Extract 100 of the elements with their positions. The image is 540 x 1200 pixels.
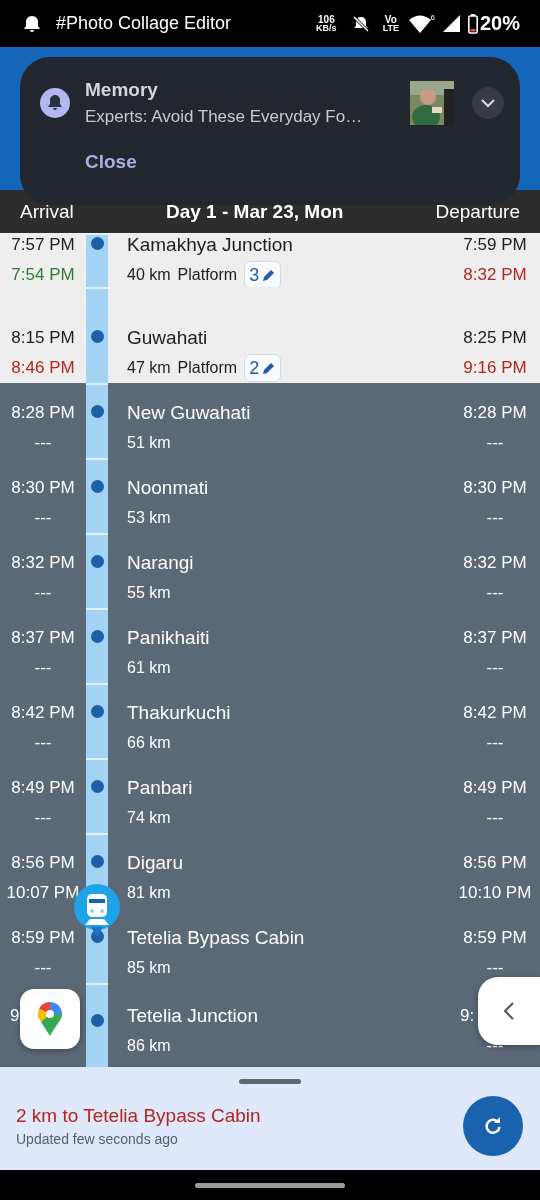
scheduled-departure-time: 8:37 PM xyxy=(462,627,528,649)
distance-label: 55 km xyxy=(127,583,171,603)
actual-arrival-time: --- xyxy=(33,507,53,529)
actual-departure-time: --- xyxy=(485,1035,505,1057)
stop-row[interactable]: 8:56 PM 10:07 PM Digaru 81 km 8:56 PM 10:10 PM xyxy=(0,833,540,908)
distance-label: 47 km xyxy=(127,358,171,378)
scheduled-departure-time: 8:56 PM xyxy=(462,852,528,874)
chevron-down-icon xyxy=(481,98,495,108)
scheduled-departure-time: 8:32 PM xyxy=(462,552,528,574)
scheduled-arrival-time: 8:56 PM xyxy=(10,852,76,874)
chevron-left-icon xyxy=(504,1002,514,1020)
distance-label: 81 km xyxy=(127,883,171,903)
home-indicator[interactable] xyxy=(195,1182,345,1188)
actual-departure-time: --- xyxy=(485,507,505,529)
station-name: Digaru xyxy=(126,851,184,875)
scheduled-arrival-time: 8:42 PM xyxy=(10,702,76,724)
station-name: Guwahati xyxy=(126,326,209,350)
scheduled-departure-time: 8:30 PM xyxy=(462,477,528,499)
scheduled-arrival-time: 9 xyxy=(10,1005,20,1027)
signal-icon xyxy=(442,15,460,32)
stop-row[interactable]: 8:15 PM 8:46 PM Guwahati 47 km Platform 2 8:25 PM 9:16 PM xyxy=(0,287,540,383)
distance-label: 86 km xyxy=(127,1036,171,1056)
actual-arrival-time: --- xyxy=(33,582,53,604)
actual-arrival-time: --- xyxy=(33,432,53,454)
stop-row[interactable]: 8:32 PM --- Narangi 55 km 8:32 PM --- xyxy=(0,533,540,608)
actual-departure-time: --- xyxy=(485,807,505,829)
stop-row[interactable]: 8:42 PM --- Thakurkuchi 66 km 8:42 PM --- xyxy=(0,683,540,758)
map-pin-icon xyxy=(38,1002,62,1036)
distance-label: 40 km xyxy=(127,265,171,285)
station-dot-icon xyxy=(90,480,104,493)
actual-arrival-time: --- xyxy=(33,657,53,679)
actual-arrival-time: --- xyxy=(33,807,53,829)
station-name: Tetelia Junction xyxy=(126,1004,259,1028)
actual-departure-time: 9:16 PM xyxy=(462,357,528,379)
station-dot-icon xyxy=(90,630,104,643)
side-panel-tab[interactable] xyxy=(478,977,540,1045)
drag-handle[interactable] xyxy=(239,1079,301,1084)
scheduled-arrival-time: 8:30 PM xyxy=(10,477,76,499)
wifi-standard-label: 6 xyxy=(430,12,435,22)
stop-row[interactable]: 8:59 PM --- Tetelia Bypass Cabin 85 km 8:59 PM --- xyxy=(0,908,540,983)
stop-row[interactable]: 8:37 PM --- Panikhaiti 61 km 8:37 PM --- xyxy=(0,608,540,683)
actual-departure-time: --- xyxy=(485,732,505,754)
scheduled-departure-time: 8:59 PM xyxy=(462,927,528,949)
station-dot-icon xyxy=(90,705,104,718)
pencil-icon xyxy=(262,268,277,282)
expand-button[interactable] xyxy=(472,87,504,119)
distance-label: 66 km xyxy=(127,733,171,753)
pencil-icon xyxy=(262,361,277,375)
actual-arrival-time: --- xyxy=(33,957,53,979)
actual-arrival-time: --- xyxy=(33,732,53,754)
station-dot-icon xyxy=(90,405,104,418)
actual-arrival-time: 8:46 PM xyxy=(10,357,76,379)
actual-departure-time: --- xyxy=(485,432,505,454)
scheduled-arrival-time: 8:32 PM xyxy=(10,552,76,574)
scheduled-arrival-time: 8:49 PM xyxy=(10,777,76,799)
app-title: #Photo Collage Editor xyxy=(56,13,233,34)
stop-row[interactable]: 7:57 PM 7:54 PM Kamakhya Junction 40 km Platform 3 7:59 PM 8:32 PM xyxy=(0,233,540,287)
actual-arrival-time: 10:07 PM xyxy=(5,882,81,904)
station-dot-icon xyxy=(90,780,104,793)
station-dot-icon xyxy=(90,330,104,343)
maps-button[interactable] xyxy=(20,989,80,1049)
station-name: Thakurkuchi xyxy=(126,701,232,725)
battery-percent: 20% xyxy=(479,12,520,35)
station-dot-icon xyxy=(90,1014,104,1027)
wifi-icon xyxy=(408,14,431,33)
refresh-icon xyxy=(483,1115,503,1136)
platform-number-chip[interactable]: 2 xyxy=(244,354,282,382)
station-dot-icon xyxy=(90,555,104,568)
actual-departure-time: 8:32 PM xyxy=(462,264,528,286)
scheduled-arrival-time: 8:59 PM xyxy=(10,927,76,949)
actual-departure-time: 10:10 PM xyxy=(457,882,533,904)
stop-row[interactable]: 8:28 PM --- New Guwahati 51 km 8:28 PM --- xyxy=(0,383,540,458)
distance-label: 53 km xyxy=(127,508,171,528)
mute-icon xyxy=(350,13,371,34)
battery-icon xyxy=(467,13,478,34)
close-action[interactable]: Close xyxy=(85,151,137,173)
bell-app-icon xyxy=(40,88,70,118)
distance-label: 61 km xyxy=(127,658,171,678)
notification-text: Experts: Avoid These Everyday Fo… xyxy=(85,107,364,127)
actual-arrival-time: 7:54 PM xyxy=(10,264,76,286)
scheduled-arrival-time: 8:28 PM xyxy=(10,402,76,424)
notification-app-name: Memory xyxy=(85,79,159,101)
distance-status: 2 km to Tetelia Bypass Cabin xyxy=(16,1104,262,1127)
station-name: Panbari xyxy=(126,776,194,800)
arrival-column-header: Arrival xyxy=(20,200,74,223)
day-date-label: Day 1 - Mar 23, Mon xyxy=(165,200,344,223)
station-name: Panikhaiti xyxy=(126,626,211,650)
notification-bell-icon xyxy=(22,13,42,34)
stop-row[interactable]: 8:49 PM --- Panbari 74 km 8:49 PM --- xyxy=(0,758,540,833)
platform-number-chip[interactable]: 3 xyxy=(244,261,282,289)
scheduled-arrival-time: 8:15 PM xyxy=(10,327,76,349)
scheduled-arrival-time: 8:37 PM xyxy=(10,627,76,649)
actual-departure-time: --- xyxy=(485,657,505,679)
scheduled-departure-time: 8:42 PM xyxy=(462,702,528,724)
scheduled-departure-time: 9: xyxy=(460,1005,475,1027)
scheduled-departure-time: 8:25 PM xyxy=(462,327,528,349)
station-name: New Guwahati xyxy=(126,401,252,425)
station-dot-icon xyxy=(90,855,104,868)
stop-row[interactable]: 8:30 PM --- Noonmati 53 km 8:30 PM --- xyxy=(0,458,540,533)
lte-label: LTE xyxy=(382,23,399,33)
